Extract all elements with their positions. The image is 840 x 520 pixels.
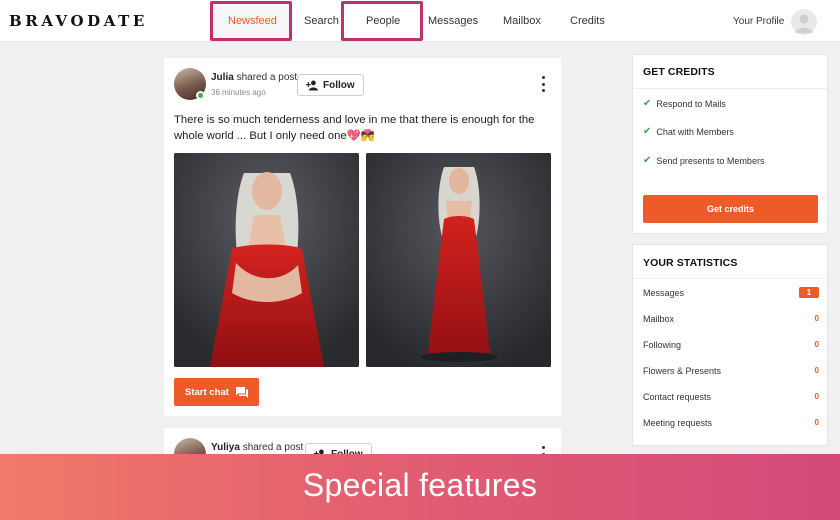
nav-credits[interactable]: Credits <box>570 15 605 27</box>
credit-benefit-item: ✔ Chat with Members <box>643 126 734 137</box>
panel-title: YOUR STATISTICS <box>643 257 738 269</box>
profile-avatar[interactable] <box>791 9 817 35</box>
post-time: 36 minutes ago <box>211 88 266 97</box>
your-profile-link[interactable]: Your Profile <box>733 16 784 27</box>
nav-newsfeed[interactable]: Newsfeed <box>228 15 277 27</box>
post-action: shared a post <box>242 442 304 453</box>
stat-label: Following <box>643 340 682 350</box>
start-chat-button[interactable]: Start chat <box>174 378 259 406</box>
post-text: There is so much tenderness and love in … <box>174 114 535 142</box>
site-logo[interactable]: BRAVODATE <box>9 12 148 30</box>
post-photo-2[interactable] <box>366 153 551 367</box>
credit-benefit-item: ✔ Send presents to Members <box>643 155 764 166</box>
stat-value: 0 <box>814 314 819 323</box>
get-credits-button[interactable]: Get credits <box>643 195 818 223</box>
online-indicator <box>196 91 205 100</box>
avatar-placeholder-icon <box>795 14 813 33</box>
chat-icon <box>235 386 248 398</box>
panel-title: GET CREDITS <box>643 66 715 78</box>
post-photo-1[interactable] <box>174 153 359 367</box>
credit-benefit-label: Send presents to Members <box>656 155 765 166</box>
author-name[interactable]: Julia <box>211 72 234 83</box>
post-author-line: Yuliya shared a post <box>211 442 303 453</box>
post-card: Julia shared a post 36 minutes ago Follo… <box>164 58 561 416</box>
follow-icon <box>306 80 318 91</box>
credit-benefit-label: Respond to Mails <box>656 98 726 109</box>
check-icon: ✔ <box>643 126 652 137</box>
statistics-panel: YOUR STATISTICS Messages 1 Mailbox 0 Fol… <box>632 244 828 446</box>
post-action: shared a post <box>236 72 298 83</box>
stat-badge: 1 <box>799 287 819 298</box>
stat-value: 0 <box>814 366 819 375</box>
check-icon: ✔ <box>643 98 652 109</box>
stat-label: Contact requests <box>643 392 712 402</box>
stat-row-flowers-presents[interactable]: Flowers & Presents 0 <box>643 365 819 379</box>
stat-row-contact-requests[interactable]: Contact requests 0 <box>643 391 819 405</box>
stat-value: 0 <box>814 392 819 401</box>
divider <box>633 278 827 279</box>
stat-value: 0 <box>814 418 819 427</box>
stat-row-following[interactable]: Following 0 <box>643 339 819 353</box>
follow-label: Follow <box>323 79 355 91</box>
post-author-line: Julia shared a post <box>211 72 297 83</box>
top-nav: BRAVODATE Newsfeed Search People Message… <box>0 0 840 42</box>
credit-benefit-item: ✔ Respond to Mails <box>643 98 726 109</box>
check-icon: ✔ <box>643 155 652 166</box>
author-name[interactable]: Yuliya <box>211 442 240 453</box>
nav-messages[interactable]: Messages <box>428 15 478 27</box>
banner-title: Special features <box>302 467 538 503</box>
get-credits-panel: GET CREDITS ✔ Respond to Mails ✔ Chat wi… <box>632 54 828 234</box>
feature-banner: Special features <box>0 454 840 520</box>
nav-people[interactable]: People <box>366 15 400 27</box>
more-icon[interactable] <box>540 76 546 92</box>
stat-label: Meeting requests <box>643 418 713 428</box>
stat-row-meeting-requests[interactable]: Meeting requests 0 <box>643 417 819 431</box>
stat-label: Messages <box>643 288 685 298</box>
stat-row-mailbox[interactable]: Mailbox 0 <box>643 313 819 327</box>
follow-button[interactable]: Follow <box>297 74 364 96</box>
stat-label: Flowers & Presents <box>643 366 722 376</box>
stat-value: 0 <box>814 340 819 349</box>
nav-mailbox[interactable]: Mailbox <box>503 15 541 27</box>
credit-benefit-label: Chat with Members <box>656 126 734 137</box>
nav-search[interactable]: Search <box>304 15 339 27</box>
start-chat-label: Start chat <box>185 386 229 398</box>
stat-row-messages[interactable]: Messages 1 <box>643 287 819 301</box>
stat-label: Mailbox <box>643 314 675 324</box>
divider <box>633 88 827 89</box>
